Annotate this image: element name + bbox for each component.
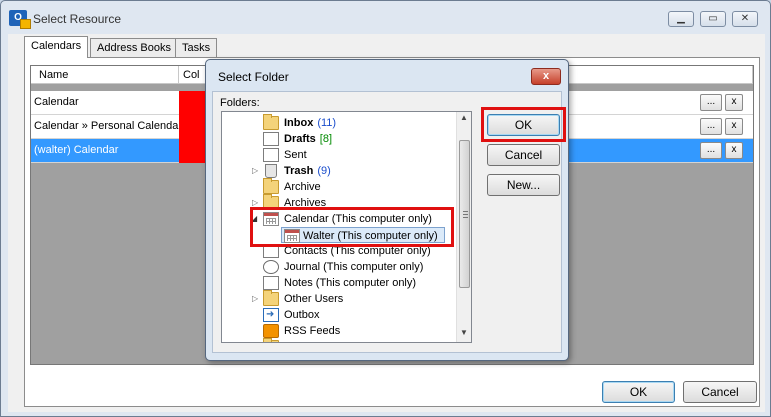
- notes-icon: [263, 276, 279, 290]
- window-title: Select Resource: [33, 12, 122, 26]
- browse-button[interactable]: ...: [700, 118, 722, 135]
- rss-icon: [263, 324, 279, 338]
- dialog-title: Select Folder: [218, 70, 289, 84]
- row-name: (walter) Calendar: [34, 144, 119, 156]
- maximize-button[interactable]: ▭: [700, 11, 726, 27]
- close-button[interactable]: ✕: [732, 11, 758, 27]
- tree-item-label: RSS Feeds: [284, 325, 341, 337]
- folder-tree[interactable]: Inbox (11) Drafts [8] Sent ▷ Trash (9) A…: [221, 111, 472, 343]
- item-count: [8]: [319, 133, 333, 145]
- scroll-up-icon[interactable]: ▲: [460, 113, 468, 122]
- row-color-swatch: [179, 139, 207, 163]
- sent-icon: [263, 148, 279, 162]
- minimize-button[interactable]: ▁: [668, 11, 694, 27]
- expand-arrow-icon[interactable]: ▷: [252, 163, 258, 179]
- browse-button[interactable]: ...: [700, 142, 722, 159]
- title-bar: O Select Resource ▁ ▭ ✕: [1, 1, 770, 34]
- row-color-swatch: [179, 91, 207, 115]
- tab-address-books[interactable]: Address Books: [90, 38, 178, 57]
- dialog-client: Folders: Inbox (11) Drafts [8] Sent ▷ Tr…: [212, 91, 566, 353]
- tree-item-label: Journal (This computer only): [284, 261, 424, 273]
- drafts-icon: [263, 132, 279, 146]
- select-resource-window: O Select Resource ▁ ▭ ✕ Calendars Addres…: [0, 0, 771, 417]
- dialog-new-button[interactable]: New...: [487, 174, 560, 196]
- column-header-name[interactable]: Name: [31, 66, 179, 84]
- unread-count: (11): [317, 117, 337, 129]
- folder-icon: [263, 290, 279, 306]
- dialog-close-button[interactable]: x: [531, 68, 561, 85]
- scroll-down-icon[interactable]: ▼: [460, 328, 468, 337]
- highlight-box: [250, 207, 454, 247]
- scroll-thumb[interactable]: [459, 140, 470, 288]
- tree-item-label: Sent: [284, 149, 307, 161]
- inbox-icon: [263, 114, 279, 130]
- expand-arrow-icon[interactable]: ▷: [252, 291, 258, 307]
- row-name: Calendar » Personal Calendar: [34, 120, 182, 132]
- row-color-swatch: [179, 115, 207, 139]
- dialog-cancel-button[interactable]: Cancel: [487, 144, 560, 166]
- row-name: Calendar: [34, 96, 79, 108]
- tree-item-label: Outbox: [284, 309, 320, 321]
- outbox-icon: [263, 307, 279, 323]
- ok-button[interactable]: OK: [602, 381, 675, 403]
- tree-item-label: Notes (This computer only): [284, 277, 417, 289]
- outlook-icon: O: [9, 10, 31, 29]
- tree-item-label: Trash: [284, 165, 314, 177]
- folder-icon: [263, 178, 279, 194]
- tree-item-label: Other Users: [284, 293, 344, 305]
- tab-calendars[interactable]: Calendars: [24, 36, 89, 58]
- tab-tasks[interactable]: Tasks: [175, 38, 218, 57]
- remove-button[interactable]: x: [725, 94, 743, 111]
- folders-label: Folders:: [220, 97, 260, 109]
- remove-button[interactable]: x: [725, 142, 743, 159]
- tree-scrollbar[interactable]: ▲ ▼: [456, 112, 471, 342]
- column-header-color[interactable]: Col: [179, 66, 207, 84]
- select-folder-dialog: Select Folder x Folders: Inbox (11) Draft…: [205, 59, 569, 361]
- unread-count: (9): [317, 165, 331, 177]
- tree-item-label: Inbox: [284, 117, 314, 129]
- tree-item-label: Archive: [284, 181, 321, 193]
- tree-item-label: Drafts: [284, 133, 316, 145]
- highlight-box: [481, 107, 566, 142]
- folder-icon: [263, 338, 279, 342]
- cancel-button[interactable]: Cancel: [683, 381, 757, 403]
- trash-icon: [265, 164, 277, 178]
- remove-button[interactable]: x: [725, 118, 743, 135]
- journal-icon: [263, 260, 279, 274]
- grip-icon: [463, 211, 468, 218]
- browse-button[interactable]: ...: [700, 94, 722, 111]
